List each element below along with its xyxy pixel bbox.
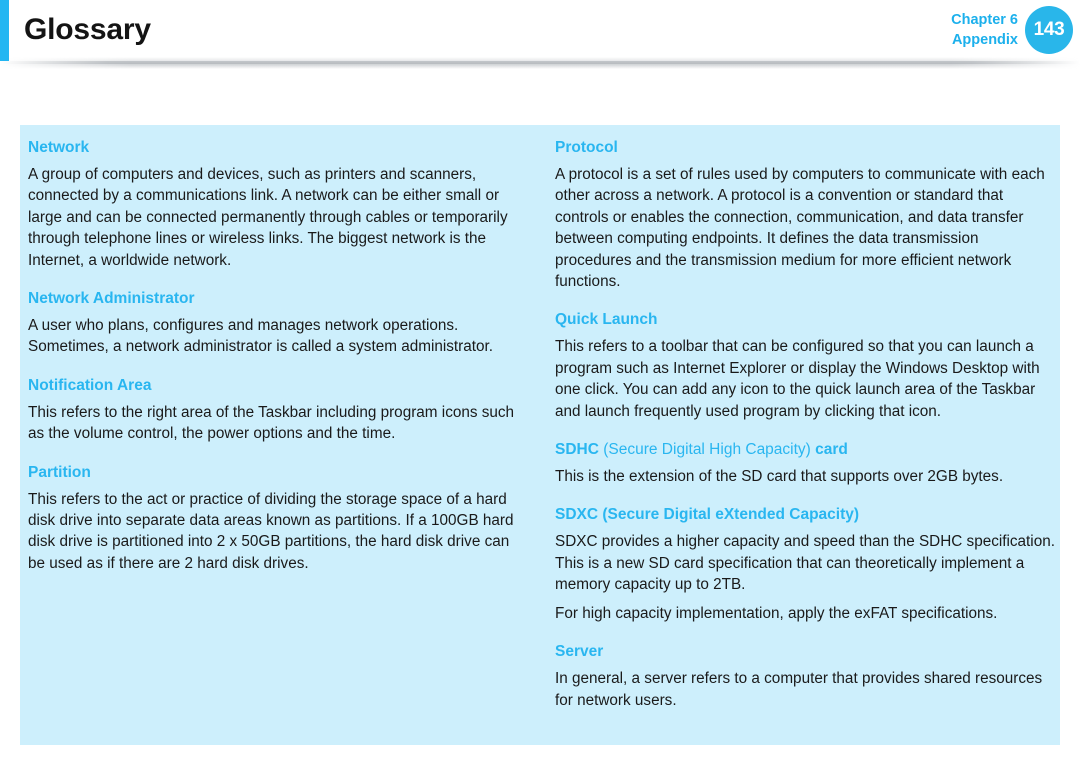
glossary-definition: This refers to the act or practice of di…: [28, 490, 514, 572]
glossary-term: Network: [28, 139, 90, 156]
glossary-definition: A group of computers and devices, such a…: [28, 166, 508, 269]
glossary-definition: For high capacity implementation, apply …: [555, 604, 998, 622]
chapter-section: Appendix: [951, 32, 1018, 48]
page-number-badge: 143: [1025, 6, 1073, 54]
glossary-column-right: Protocol A protocol is a set of rules us…: [555, 137, 1055, 728]
glossary-entry-sdxc: SDXC (Secure Digital eXtended Capacity) …: [555, 504, 1055, 624]
glossary-term-expansion: (Secure Digital High Capacity): [598, 441, 816, 459]
glossary-term: SDXC (Secure Digital eXtended Capacity): [555, 506, 860, 524]
glossary-entry-server: Server In general, a server refers to a …: [555, 641, 1055, 711]
glossary-definition: This refers to the right area of the Tas…: [28, 403, 515, 443]
glossary-columns: Network A group of computers and devices…: [20, 125, 1060, 745]
header-accent-bar: [0, 0, 9, 61]
glossary-term: Network Administrator: [28, 290, 195, 308]
glossary-term-suffix: card: [815, 441, 848, 459]
page-title: Glossary: [24, 13, 151, 46]
glossary-panel: Network A group of computers and devices…: [20, 125, 1060, 745]
glossary-column-left: Network A group of computers and devices…: [28, 137, 528, 591]
glossary-entry-notification-area: Notification Area This refers to the rig…: [28, 375, 528, 445]
glossary-entry-partition: Partition This refers to the act or prac…: [28, 462, 528, 575]
glossary-term: Server: [555, 643, 604, 661]
page-header: Glossary Chapter 6 Appendix 143: [0, 0, 1080, 61]
glossary-definition: This refers to a toolbar that can be con…: [555, 338, 1040, 420]
glossary-definition: A user who plans, configures and manages…: [28, 317, 494, 356]
glossary-term: Partition: [28, 463, 91, 481]
header-divider-line: [0, 61, 1080, 64]
glossary-term: Protocol: [555, 139, 618, 156]
glossary-entry-sdhc: SDHC (Secure Digital High Capacity) card…: [555, 439, 1055, 487]
glossary-term: SDHC (Secure Digital High Capacity) card: [555, 439, 1055, 460]
glossary-entry-quick-launch: Quick Launch This refers to a toolbar th…: [555, 309, 1055, 422]
glossary-term-abbr: SDHC: [555, 441, 599, 459]
glossary-term: Quick Launch: [555, 311, 658, 329]
chapter-indicator: Chapter 6 Appendix: [951, 10, 1018, 50]
glossary-entry-protocol: Protocol A protocol is a set of rules us…: [555, 137, 1055, 292]
glossary-definition: A protocol is a set of rules used by com…: [555, 166, 1045, 291]
glossary-entry-network-administrator: Network Administrator A user who plans, …: [28, 288, 528, 358]
glossary-definition: SDXC provides a higher capacity and spee…: [555, 533, 1055, 594]
glossary-entry-network: Network A group of computers and devices…: [28, 137, 528, 271]
chapter-number: Chapter 6: [951, 12, 1018, 28]
glossary-definition: In general, a server refers to a compute…: [555, 670, 1043, 709]
glossary-definition: This is the extension of the SD card tha…: [555, 468, 1004, 486]
glossary-term: Notification Area: [28, 376, 152, 394]
